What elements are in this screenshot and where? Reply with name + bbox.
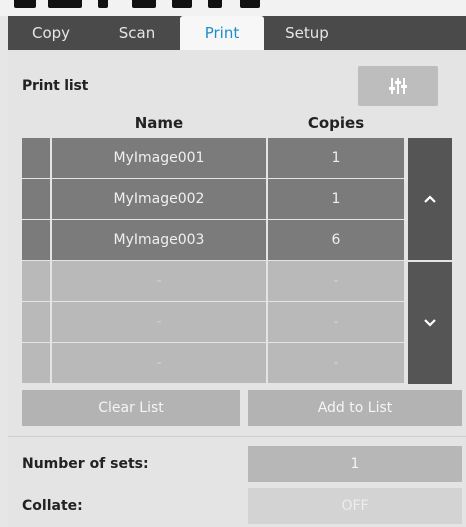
tab-scan[interactable]: Scan <box>94 16 180 50</box>
row-selector[interactable] <box>22 220 50 260</box>
row-copies: 6 <box>268 220 404 260</box>
cropped-glyph <box>208 0 222 8</box>
row-selector <box>22 302 50 342</box>
row-copies: 1 <box>268 179 404 219</box>
tab-bar: Copy Scan Print Setup <box>8 16 466 52</box>
scroll-down-button[interactable] <box>408 262 452 384</box>
print-screen: Copy Scan Print Setup Print list Name Co <box>0 0 466 527</box>
number-of-sets-label: Number of sets: <box>22 456 149 472</box>
row-name: - <box>52 302 266 342</box>
cropped-glyph <box>172 0 192 8</box>
print-panel: Print list Name Copies MyImage001 1 MyIm… <box>8 50 466 527</box>
row-selector[interactable] <box>22 179 50 219</box>
collate-toggle[interactable]: OFF <box>248 488 462 524</box>
collate-label: Collate: <box>22 498 83 514</box>
cropped-glyph <box>48 0 82 8</box>
list-row-empty: - - <box>22 302 406 342</box>
cropped-glyph <box>14 0 36 8</box>
list-row[interactable]: MyImage002 1 <box>22 179 406 219</box>
list-row-empty: - - <box>22 343 406 383</box>
row-copies: - <box>268 343 404 383</box>
column-header-name: Name <box>134 114 184 132</box>
row-selector <box>22 343 50 383</box>
tab-setup[interactable]: Setup <box>264 16 350 50</box>
divider <box>8 436 466 437</box>
list-settings-button[interactable] <box>358 66 438 106</box>
list-row[interactable]: MyImage001 1 <box>22 138 406 178</box>
number-of-sets-field[interactable]: 1 <box>248 446 462 482</box>
cropped-glyph <box>240 0 260 8</box>
row-name: MyImage001 <box>52 138 266 178</box>
top-cropped-strip <box>0 0 466 16</box>
row-name: - <box>52 261 266 301</box>
row-copies: 1 <box>268 138 404 178</box>
row-selector[interactable] <box>22 138 50 178</box>
row-copies: - <box>268 261 404 301</box>
list-row[interactable]: MyImage003 6 <box>22 220 406 260</box>
tab-print[interactable]: Print <box>180 16 264 52</box>
cropped-glyph <box>132 0 156 8</box>
print-list: MyImage001 1 MyImage002 1 MyImage003 6 -… <box>22 138 406 384</box>
column-header-copies: Copies <box>307 114 365 132</box>
add-to-list-button[interactable]: Add to List <box>248 390 462 426</box>
clear-list-button[interactable]: Clear List <box>22 390 240 426</box>
chevron-up-icon <box>424 195 436 203</box>
chevron-down-icon <box>424 319 436 327</box>
row-copies: - <box>268 302 404 342</box>
sliders-icon <box>389 78 407 94</box>
row-name: MyImage003 <box>52 220 266 260</box>
list-row-empty: - - <box>22 261 406 301</box>
tab-copy[interactable]: Copy <box>8 16 94 50</box>
row-name: - <box>52 343 266 383</box>
cropped-glyph <box>98 0 108 8</box>
print-list-title: Print list <box>22 78 89 94</box>
row-selector <box>22 261 50 301</box>
row-name: MyImage002 <box>52 179 266 219</box>
scroll-up-button[interactable] <box>408 138 452 260</box>
